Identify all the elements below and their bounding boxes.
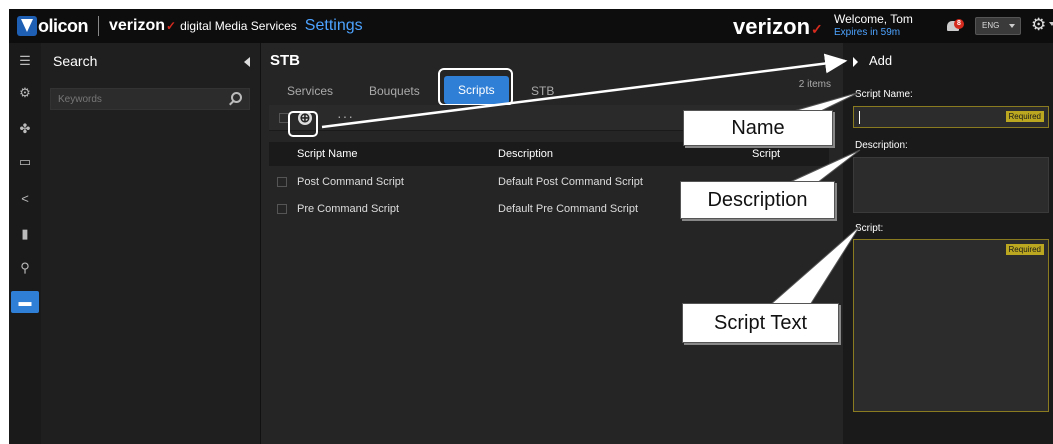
item-count: 2 items xyxy=(798,79,831,90)
script-label: Script: xyxy=(855,223,884,234)
required-badge: Required xyxy=(1005,111,1044,122)
row-checkbox[interactable] xyxy=(277,204,287,214)
settings-gear-icon[interactable]: ⚙ xyxy=(1031,16,1046,34)
row-checkbox[interactable] xyxy=(277,177,287,187)
settings-chevron-down-icon[interactable] xyxy=(1049,22,1053,26)
stb-icon[interactable]: ▬ xyxy=(11,291,39,313)
product-name: digital Media Services xyxy=(180,19,297,33)
notifications-bell-icon[interactable]: 8 xyxy=(947,19,964,33)
column-header-script[interactable]: Script xyxy=(752,148,780,160)
top-header: olicon verizon ✓ digital Media Services … xyxy=(9,9,1053,43)
tab-scripts-highlight xyxy=(438,68,513,106)
verizon-big-check-icon: ✓ xyxy=(811,21,823,37)
verizon-logo-big: verizon✓ xyxy=(733,14,827,40)
language-label: ENG xyxy=(982,21,1000,30)
tab-bouquets[interactable]: Bouquets xyxy=(369,84,420,98)
verizon-logo-big-text: verizon xyxy=(733,14,811,39)
script-text-field[interactable]: Required xyxy=(853,239,1049,412)
callout-description: Description xyxy=(680,181,835,219)
welcome-user[interactable]: Welcome, Tom xyxy=(834,13,913,26)
expand-right-icon[interactable] xyxy=(853,57,858,67)
user-icon[interactable]: ⚲ xyxy=(9,257,41,279)
main-content: STB Services Bouquets Scripts STB 2 item… xyxy=(261,43,843,444)
language-dropdown[interactable]: ENG xyxy=(975,17,1021,35)
search-panel: Search xyxy=(41,43,261,444)
callout-script-text: Script Text xyxy=(682,303,839,343)
search-input[interactable] xyxy=(51,89,211,110)
add-button-highlight xyxy=(288,111,318,137)
notification-count-badge: 8 xyxy=(954,19,964,29)
section-title[interactable]: Settings xyxy=(305,17,363,35)
search-icon[interactable] xyxy=(231,92,242,103)
tab-stb[interactable]: STB xyxy=(531,84,554,98)
search-title: Search xyxy=(53,53,98,69)
script-name-field[interactable]: Required xyxy=(853,106,1049,128)
brand-divider xyxy=(98,16,99,36)
add-panel-title: Add xyxy=(869,53,893,68)
menu-icon[interactable]: ☰ xyxy=(9,50,41,72)
verizon-logo-small: verizon xyxy=(109,17,166,34)
add-script-panel: Add Script Name: Required Description: S… xyxy=(843,43,1053,444)
search-box[interactable] xyxy=(50,88,250,110)
description-label: Description: xyxy=(855,140,908,151)
script-name-label: Script Name: xyxy=(855,89,913,100)
cell-description: Default Post Command Script xyxy=(498,176,643,188)
description-field[interactable] xyxy=(853,157,1049,213)
cell-description: Default Pre Command Script xyxy=(498,203,638,215)
column-header-script-name[interactable]: Script Name xyxy=(297,148,358,160)
brand-logos: olicon verizon ✓ digital Media Services … xyxy=(17,15,363,37)
tab-services[interactable]: Services xyxy=(287,84,333,98)
required-badge: Required xyxy=(1005,244,1044,255)
nav-rail: ☰ ⚙ ✤ ▭ < ▮ ⚲ ▬ xyxy=(9,43,41,444)
callout-name: Name xyxy=(683,110,833,146)
page-title: STB xyxy=(270,52,300,69)
text-cursor xyxy=(859,111,860,124)
monitor-icon[interactable]: ▭ xyxy=(9,151,41,173)
session-expires: Expires in 59m xyxy=(834,27,901,38)
volicon-v-logo-icon xyxy=(17,16,37,36)
clipboard-icon[interactable]: ▮ xyxy=(9,223,41,245)
volicon-logo-text: olicon xyxy=(38,15,89,36)
cell-script-name: Post Command Script xyxy=(297,176,404,188)
gear-icon[interactable]: ⚙ xyxy=(9,82,41,104)
column-header-description[interactable]: Description xyxy=(498,148,553,160)
verizon-check-icon: ✓ xyxy=(166,19,177,33)
chevron-down-icon xyxy=(1009,24,1015,28)
collapse-left-icon[interactable] xyxy=(244,57,250,67)
puzzle-icon[interactable]: ✤ xyxy=(9,118,41,140)
more-options-icon[interactable]: ··· xyxy=(337,108,354,124)
share-icon[interactable]: < xyxy=(9,188,41,210)
cell-script-name: Pre Command Script xyxy=(297,203,400,215)
